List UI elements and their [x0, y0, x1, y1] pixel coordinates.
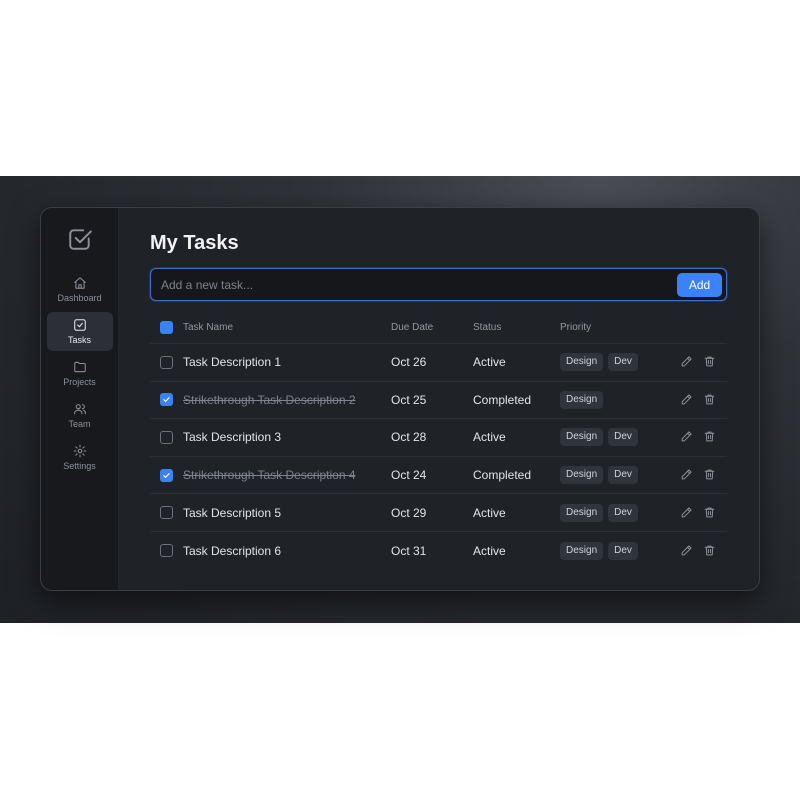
sidebar-item-label: Team [68, 419, 91, 429]
tag-dev: Dev [608, 503, 638, 522]
task-tags: Design Dev [560, 466, 678, 485]
sidebar-item-projects[interactable]: Projects [47, 354, 113, 393]
add-task-bar: Add [150, 268, 727, 301]
task-status: Completed [473, 392, 532, 407]
task-checkbox[interactable] [160, 544, 173, 558]
sidebar-item-tasks[interactable]: Tasks [46, 312, 113, 351]
column-header-task-name: Task Name [183, 322, 234, 333]
task-name: Strikethrough Task Description 2 [183, 392, 356, 407]
app-window: Dashboard Tasks Projects Team Settings M… [40, 207, 760, 591]
table-row: Strikethrough Task Description 2 Oct 25 … [150, 382, 727, 420]
task-tags: Design Dev [560, 353, 678, 372]
task-tags: Design [560, 390, 678, 409]
table-row: Strikethrough Task Description 4 Oct 24 … [150, 457, 727, 495]
task-tags: Design Dev [560, 503, 678, 522]
table-row: Task Description 5 Oct 29 Active Design D… [150, 494, 727, 532]
pencil-icon[interactable] [680, 355, 694, 369]
select-all-checkbox[interactable] [160, 321, 173, 334]
page-title: My Tasks [150, 232, 239, 254]
tag-design: Design [560, 541, 604, 560]
column-header-priority: Priority [560, 322, 592, 333]
task-checkbox[interactable] [160, 506, 173, 520]
trash-icon[interactable] [703, 430, 717, 444]
add-task-button[interactable]: Add [677, 272, 722, 297]
add-task-input[interactable] [161, 277, 677, 292]
task-name: Task Description 5 [183, 505, 282, 520]
task-checkbox[interactable] [160, 355, 173, 369]
task-status: Completed [473, 468, 532, 483]
task-due-date: Oct 24 [391, 468, 427, 483]
tag-design: Design [560, 390, 604, 409]
task-due-date: Oct 26 [391, 355, 427, 370]
trash-icon[interactable] [703, 355, 717, 369]
sidebar-item-settings[interactable]: Settings [47, 438, 113, 477]
task-due-date: Oct 31 [391, 543, 427, 558]
tag-design: Design [560, 428, 604, 447]
task-tags: Design Dev [560, 428, 678, 447]
trash-icon[interactable] [703, 506, 717, 520]
table-header: Task Name Due Date Status Priority [150, 312, 727, 344]
pencil-icon[interactable] [680, 430, 694, 444]
sidebar-item-dashboard[interactable]: Dashboard [47, 270, 113, 309]
trash-icon[interactable] [703, 468, 717, 482]
check-square-icon [67, 226, 93, 252]
sidebar-item-label: Projects [63, 377, 96, 387]
table-row: Task Description 1 Oct 26 Active Design D… [150, 344, 727, 382]
check-square-icon [73, 319, 86, 331]
task-name: Task Description 6 [183, 543, 282, 558]
home-icon [73, 277, 86, 289]
task-due-date: Oct 28 [391, 430, 427, 445]
main-content: My Tasks Add Task Name Due Date Status P… [119, 208, 759, 590]
trash-icon[interactable] [703, 393, 717, 407]
sidebar-item-label: Tasks [67, 335, 91, 345]
sidebar-item-team[interactable]: Team [47, 396, 113, 435]
task-tags: Design Dev [560, 541, 678, 560]
table-row: Task Description 3 Oct 28 Active Design D… [150, 419, 727, 457]
tag-dev: Dev [608, 541, 638, 560]
pencil-icon[interactable] [680, 544, 694, 558]
pencil-icon[interactable] [680, 393, 694, 407]
sidebar-item-label: Dashboard [57, 293, 102, 303]
pencil-icon[interactable] [680, 506, 694, 520]
task-due-date: Oct 25 [391, 392, 427, 407]
task-checkbox[interactable] [160, 430, 173, 444]
task-name: Strikethrough Task Description 4 [183, 468, 356, 483]
tag-design: Design [560, 353, 604, 372]
gear-icon [73, 444, 86, 458]
task-status: Active [473, 355, 506, 370]
pencil-icon[interactable] [680, 468, 694, 482]
task-due-date: Oct 29 [391, 505, 427, 520]
column-header-status: Status [473, 322, 502, 333]
folder-icon [73, 361, 86, 373]
task-checkbox[interactable] [160, 393, 173, 407]
task-name: Task Description 1 [183, 355, 282, 370]
sidebar: Dashboard Tasks Projects Team Settings [41, 208, 119, 590]
tag-dev: Dev [608, 428, 638, 447]
task-status: Active [473, 543, 506, 558]
tag-dev: Dev [608, 353, 638, 372]
column-header-due-date: Due Date [391, 322, 434, 333]
task-status: Active [473, 505, 506, 520]
tag-dev: Dev [608, 466, 638, 485]
tag-design: Design [560, 503, 604, 522]
users-icon [73, 404, 86, 415]
tag-design: Design [560, 466, 604, 485]
task-status: Active [473, 430, 506, 445]
sidebar-item-label: Settings [63, 461, 96, 471]
table-row: Task Description 6 Oct 31 Active Design D… [150, 532, 727, 570]
trash-icon[interactable] [703, 544, 717, 558]
task-table: Task Name Due Date Status Priority Task … [150, 312, 727, 570]
task-name: Task Description 3 [183, 430, 282, 445]
task-checkbox[interactable] [160, 468, 173, 482]
